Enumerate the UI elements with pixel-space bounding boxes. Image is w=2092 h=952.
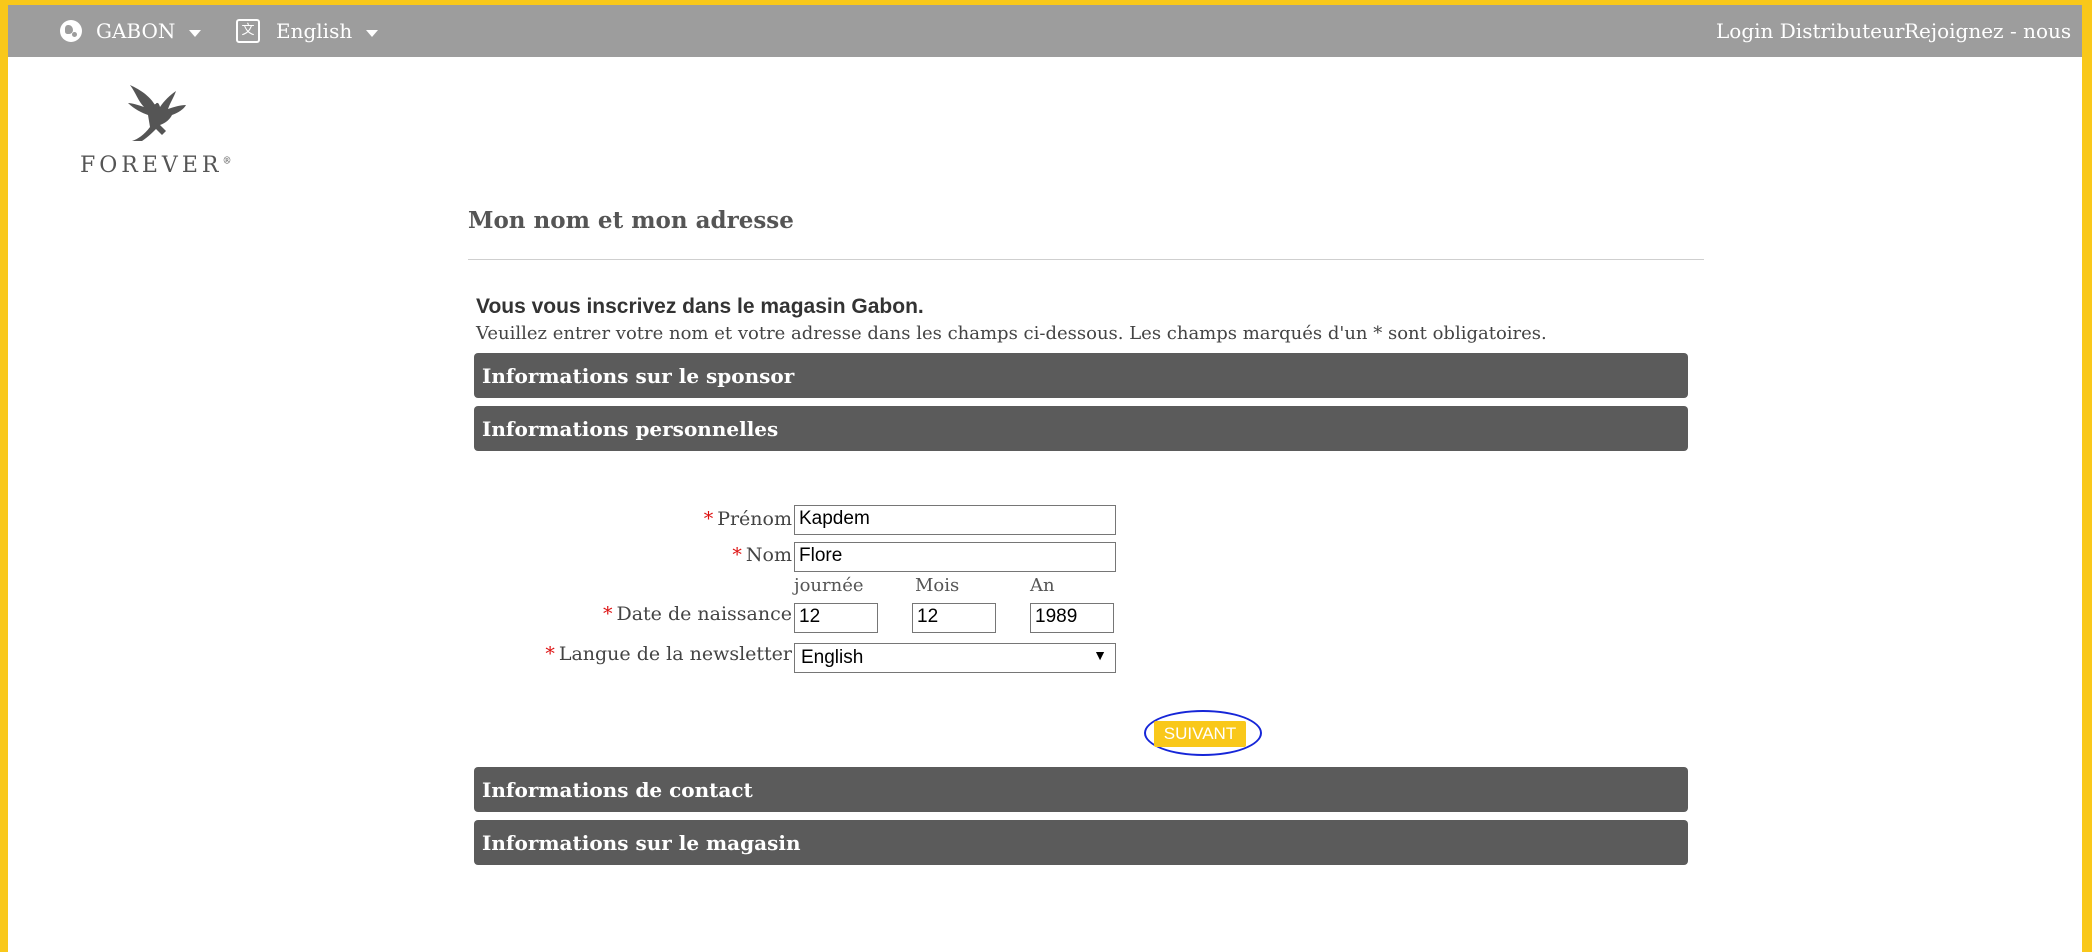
login-label: Login Distributeur: [1716, 19, 1905, 43]
section-personal[interactable]: Informations personnelles: [474, 406, 1688, 451]
logo-text: FOREVER®: [80, 153, 232, 178]
year-label: An: [1030, 575, 1055, 596]
next-button-wrapper: SUIVANT: [1144, 710, 1264, 758]
translate-icon: 文: [236, 19, 260, 43]
section-contact-label: Informations de contact: [482, 777, 753, 802]
dob-day-field[interactable]: 12: [794, 603, 878, 633]
country-label: GABON: [96, 19, 176, 43]
scrollbar[interactable]: [2084, 5, 2092, 952]
newsletter-language-select[interactable]: English ▼: [794, 643, 1116, 673]
section-sponsor[interactable]: Informations sur le sponsor: [474, 353, 1688, 398]
first-name-label: * Prénom: [704, 508, 792, 530]
section-contact[interactable]: Informations de contact: [474, 767, 1688, 812]
dob-month-field[interactable]: 12: [912, 603, 996, 633]
language-label: English: [276, 19, 353, 43]
dropdown-arrow-icon: ▼: [1093, 647, 1107, 663]
required-mark: *: [545, 643, 555, 665]
newsletter-label-text: Langue de la newsletter: [558, 643, 792, 665]
chevron-down-icon: [189, 29, 202, 37]
top-bar: GABON 文 English Login Distributeur Rejoi…: [8, 5, 2082, 57]
language-selector[interactable]: 文 English: [236, 5, 379, 57]
required-mark: *: [732, 544, 742, 566]
dob-label-text: Date de naissance: [616, 603, 792, 625]
required-mark: *: [703, 508, 714, 530]
newsletter-label: * Langue de la newsletter: [545, 643, 792, 665]
dob-label: * Date de naissance: [603, 603, 792, 625]
join-link[interactable]: Rejoignez - nous: [1904, 5, 2071, 57]
globe-icon: [60, 20, 82, 42]
section-sponsor-label: Informations sur le sponsor: [482, 363, 795, 388]
last-name-label: * Nom: [732, 544, 792, 566]
intro-text: Veuillez entrer votre nom et votre adres…: [476, 323, 1547, 344]
first-name-label-text: Prénom: [717, 508, 792, 530]
chevron-down-icon: [366, 29, 379, 37]
join-label: Rejoignez - nous: [1904, 19, 2072, 43]
intro-heading: Vous vous inscrivez dans le magasin Gabo…: [476, 295, 924, 318]
page-title: Mon nom et mon adresse: [468, 207, 794, 234]
country-selector[interactable]: GABON: [60, 5, 202, 57]
month-label: Mois: [915, 575, 960, 596]
login-link[interactable]: Login Distributeur: [1716, 5, 1904, 57]
dob-year-field[interactable]: 1989: [1030, 603, 1114, 633]
eagle-icon: [128, 85, 186, 141]
section-store[interactable]: Informations sur le magasin: [474, 820, 1688, 865]
divider: [468, 259, 1704, 260]
forever-logo[interactable]: FOREVER®: [80, 83, 232, 178]
last-name-label-text: Nom: [745, 544, 792, 566]
newsletter-language-value: English: [801, 647, 864, 668]
last-name-field[interactable]: Flore: [794, 542, 1116, 572]
day-label: journée: [794, 575, 864, 596]
first-name-field[interactable]: Kapdem: [794, 505, 1116, 535]
section-store-label: Informations sur le magasin: [482, 830, 801, 855]
required-mark: *: [602, 603, 613, 625]
next-button[interactable]: SUIVANT: [1154, 721, 1246, 747]
section-personal-label: Informations personnelles: [482, 416, 779, 441]
browser-viewport: GABON 文 English Login Distributeur Rejoi…: [8, 5, 2082, 952]
